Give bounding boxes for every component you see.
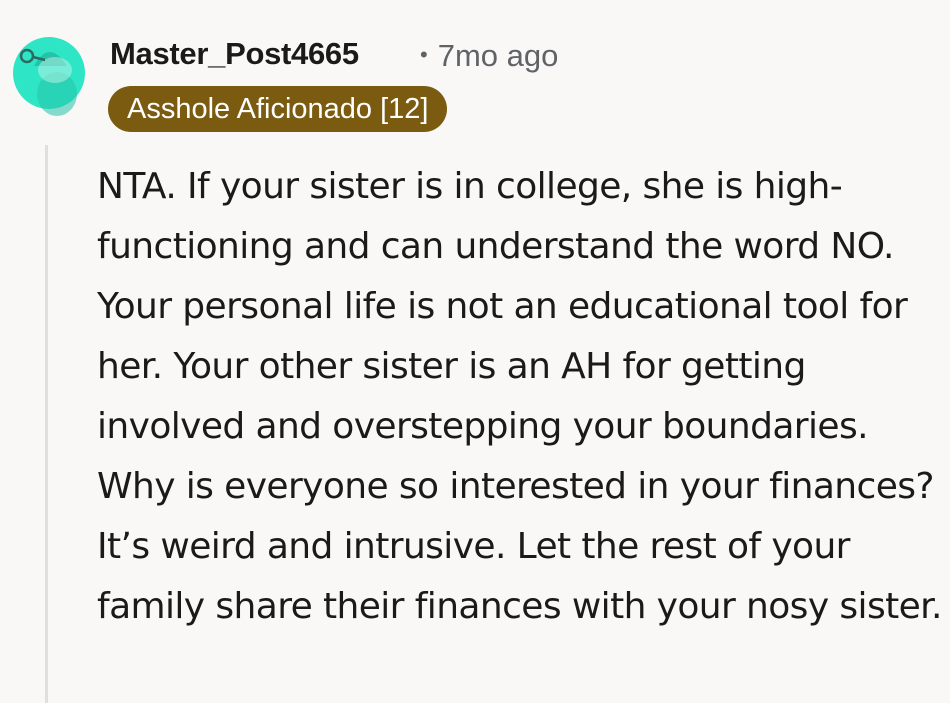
user-flair-badge: Asshole Aficionado [12] bbox=[108, 86, 448, 132]
comment-meta: • 7mo ago bbox=[420, 38, 558, 74]
meta-separator: • bbox=[420, 42, 428, 67]
comment-author[interactable]: Master_Post4665 bbox=[110, 36, 359, 72]
comment-body: NTA. If your sister is in college, she i… bbox=[97, 166, 943, 627]
thread-line[interactable] bbox=[45, 145, 48, 703]
comment-timestamp[interactable]: 7mo ago bbox=[438, 38, 559, 73]
reddit-snoo-avatar-icon[interactable] bbox=[12, 26, 85, 120]
